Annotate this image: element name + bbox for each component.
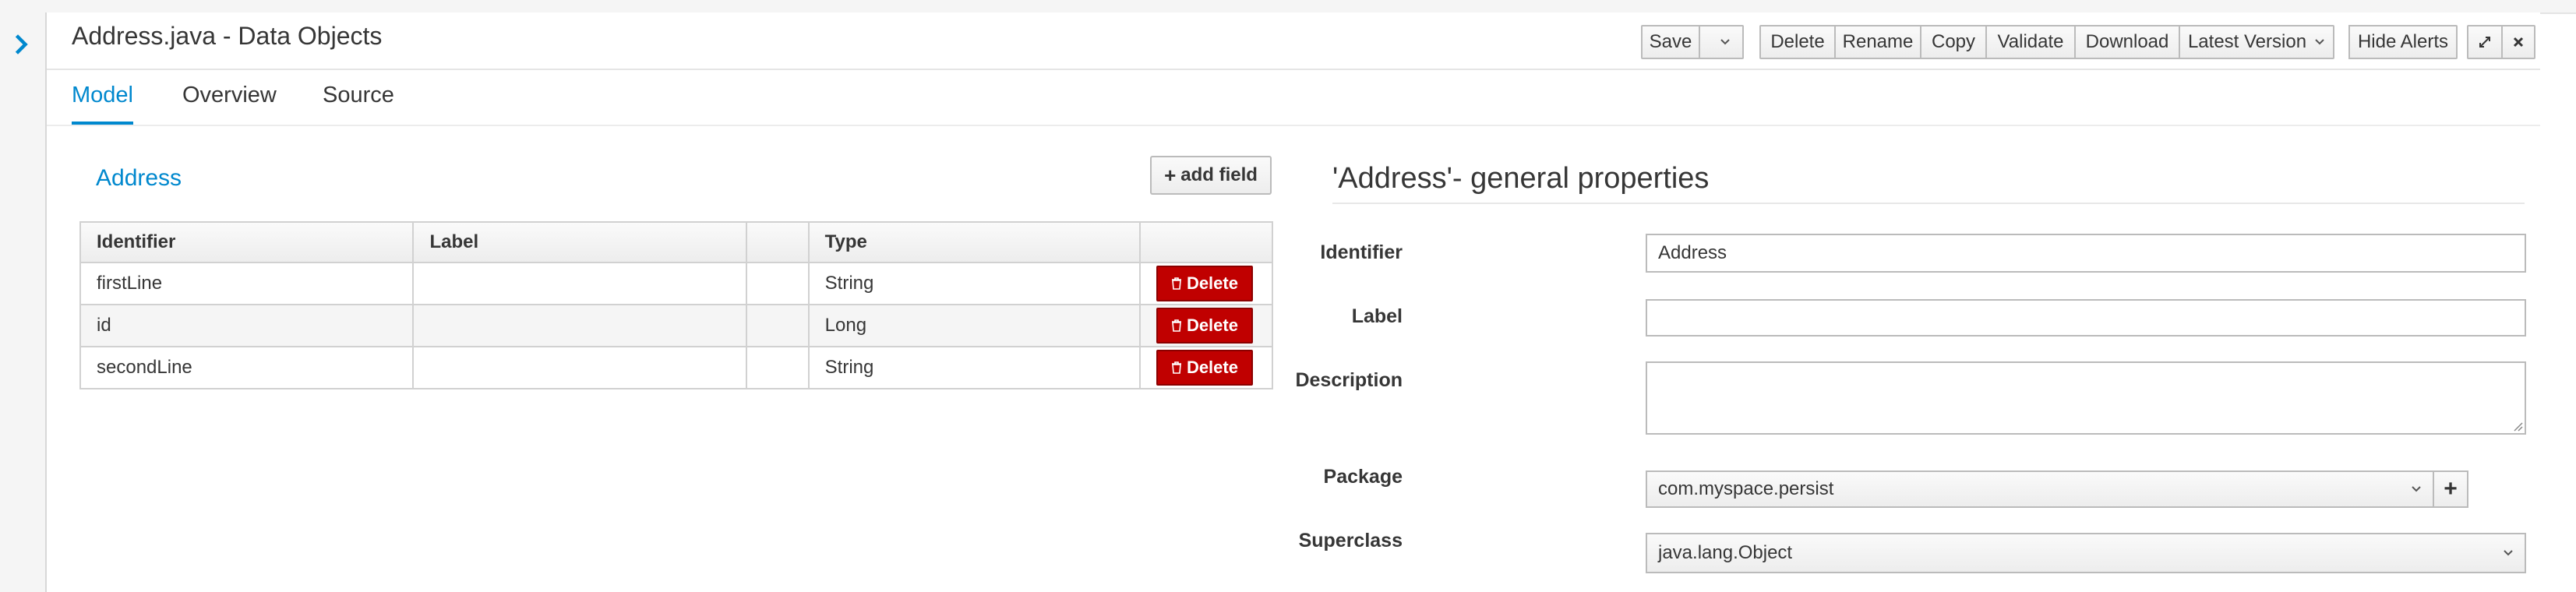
table-row[interactable]: firstLine String Delete xyxy=(79,262,1274,305)
table-row[interactable]: secondLine String Delete xyxy=(79,346,1274,389)
editor-panel: Address.java - Data Objects Save Delete … xyxy=(47,12,2540,592)
delete-field-label: Delete xyxy=(1186,273,1238,293)
cell-identifier[interactable]: firstLine xyxy=(79,262,415,305)
trash-icon xyxy=(1171,319,1181,332)
latest-version-label: Latest Version xyxy=(2187,31,2307,52)
cell-actions: Delete xyxy=(1138,346,1274,389)
properties-heading: 'Address'- general properties xyxy=(1332,162,1710,195)
column-header-actions xyxy=(1138,221,1274,263)
label-input[interactable] xyxy=(1646,299,2526,337)
identifier-input[interactable]: Address xyxy=(1646,234,2526,273)
side-panel-strip xyxy=(0,12,47,592)
fields-table: Identifier Label Type firstLine String D… xyxy=(79,221,1274,389)
cell-identifier[interactable]: secondLine xyxy=(79,346,415,389)
latest-version-dropdown[interactable]: Latest Version xyxy=(2179,25,2334,59)
cell-type[interactable]: String xyxy=(807,346,1141,389)
delete-field-button[interactable]: Delete xyxy=(1156,266,1253,301)
editor-title: Address.java - Data Objects xyxy=(72,22,383,50)
hide-alerts-button[interactable]: Hide Alerts xyxy=(2348,25,2458,59)
maximize-button[interactable] xyxy=(2467,25,2503,59)
properties-divider xyxy=(1332,203,2525,204)
hide-alerts-group: Hide Alerts xyxy=(2348,25,2458,59)
add-field-button[interactable]: + add field xyxy=(1150,156,1272,195)
cell-actions: Delete xyxy=(1138,304,1274,347)
column-header-type[interactable]: Type xyxy=(807,221,1141,263)
cell-blank xyxy=(745,304,810,347)
cell-blank xyxy=(745,346,810,389)
table-header-row: Identifier Label Type xyxy=(79,221,1274,263)
add-package-button[interactable]: + xyxy=(2433,470,2468,508)
plus-icon: + xyxy=(1164,163,1177,187)
package-select[interactable]: com.myspace.persist xyxy=(1646,470,2434,508)
cell-type[interactable]: Long xyxy=(807,304,1141,347)
chevron-down-icon xyxy=(2314,38,2325,46)
title-bar: Address.java - Data Objects Save Delete … xyxy=(47,12,2540,70)
window-controls xyxy=(2467,25,2535,59)
actions-group: Delete Rename Copy Validate Download Lat… xyxy=(1759,25,2334,59)
delete-field-label: Delete xyxy=(1186,315,1238,335)
table-row[interactable]: id Long Delete xyxy=(79,304,1274,347)
description-textarea[interactable] xyxy=(1646,361,2526,435)
validate-button[interactable]: Validate xyxy=(1985,25,2076,59)
chevron-down-icon xyxy=(1720,38,1731,46)
add-field-label: add field xyxy=(1180,164,1258,185)
cell-label[interactable] xyxy=(412,304,747,347)
column-header-identifier[interactable]: Identifier xyxy=(79,221,415,263)
expand-icon xyxy=(2479,37,2490,48)
chevron-down-icon xyxy=(2411,485,2422,493)
identifier-label: Identifier xyxy=(1320,241,1403,263)
cell-type[interactable]: String xyxy=(807,262,1141,305)
delete-field-button[interactable]: Delete xyxy=(1156,350,1253,386)
column-header-label[interactable]: Label xyxy=(412,221,747,263)
cell-identifier[interactable]: id xyxy=(79,304,415,347)
delete-button[interactable]: Delete xyxy=(1759,25,1836,59)
save-button[interactable]: Save xyxy=(1641,25,1700,59)
cell-label[interactable] xyxy=(412,346,747,389)
trash-icon xyxy=(1171,277,1181,290)
close-icon xyxy=(2513,37,2524,48)
column-header-blank xyxy=(745,221,810,263)
description-label: Description xyxy=(1295,369,1403,391)
save-group: Save xyxy=(1641,25,1744,59)
delete-field-label: Delete xyxy=(1186,358,1238,377)
tab-overview[interactable]: Overview xyxy=(182,83,277,123)
plus-icon: + xyxy=(2444,476,2458,502)
cell-label[interactable] xyxy=(412,262,747,305)
label-label: Label xyxy=(1351,305,1403,327)
chevron-down-icon xyxy=(2503,549,2514,557)
cell-actions: Delete xyxy=(1138,262,1274,305)
resize-handle-icon[interactable] xyxy=(2512,421,2523,432)
package-value: com.myspace.persist xyxy=(1658,478,1834,499)
package-label: Package xyxy=(1323,466,1403,488)
cell-blank xyxy=(745,262,810,305)
download-button[interactable]: Download xyxy=(2074,25,2180,59)
superclass-label: Superclass xyxy=(1298,530,1403,551)
trash-icon xyxy=(1171,361,1181,374)
superclass-select[interactable]: java.lang.Object xyxy=(1646,533,2526,573)
right-edge-marker: ▕ xyxy=(2568,159,2576,174)
expand-panel-chevron-right-icon[interactable] xyxy=(9,33,33,56)
tab-model[interactable]: Model xyxy=(72,83,133,125)
close-button[interactable] xyxy=(2501,25,2535,59)
data-object-heading: Address xyxy=(96,165,182,191)
identifier-value: Address xyxy=(1658,242,1727,263)
rename-button[interactable]: Rename xyxy=(1834,25,1921,59)
tab-source[interactable]: Source xyxy=(323,83,394,123)
delete-field-button[interactable]: Delete xyxy=(1156,308,1253,344)
copy-button[interactable]: Copy xyxy=(1920,25,1987,59)
save-dropdown-button[interactable] xyxy=(1699,25,1744,59)
superclass-value: java.lang.Object xyxy=(1658,542,1793,563)
editor-tabs: Model Overview Source xyxy=(47,70,2540,126)
